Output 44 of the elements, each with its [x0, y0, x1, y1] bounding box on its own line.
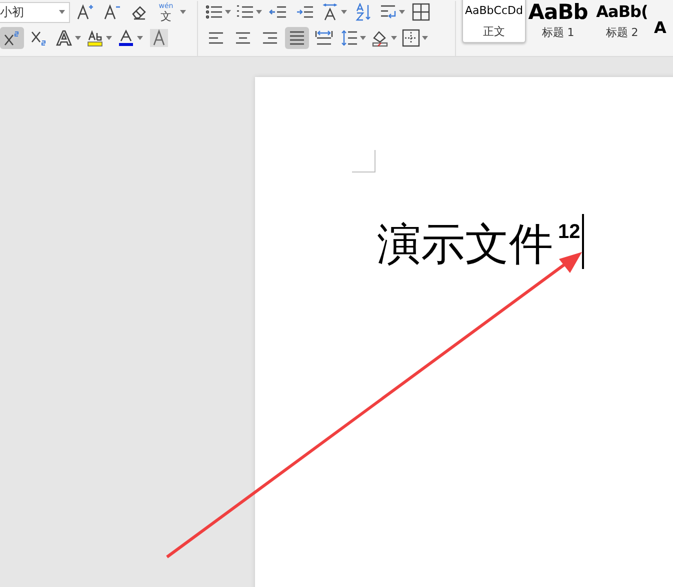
justify-button[interactable] [284, 27, 308, 49]
text-direction-icon [320, 3, 338, 21]
subscript-icon [30, 29, 48, 47]
document-heading: 演示文件 [377, 218, 553, 272]
caret-icon [256, 10, 262, 14]
shrink-font-icon [103, 3, 121, 21]
caret-icon [75, 36, 81, 40]
borders-button[interactable] [400, 27, 428, 49]
caret-icon [422, 36, 428, 40]
borders-icon [402, 29, 420, 47]
caret-icon [360, 36, 366, 40]
caret-icon [59, 10, 65, 14]
superscript-number: 12 [558, 220, 580, 244]
line-break-icon [378, 3, 396, 21]
table-icon [412, 3, 430, 21]
grow-font-icon [76, 3, 94, 21]
caret-icon [180, 10, 186, 14]
text-effect-icon [55, 29, 73, 47]
font-size-field[interactable]: 小初 [0, 2, 70, 22]
line-spacing-icon [340, 29, 358, 47]
superscript-button[interactable] [0, 27, 24, 49]
char-shading-icon [150, 29, 168, 47]
style-preset[interactable]: A [654, 0, 673, 43]
caret-icon [390, 36, 396, 40]
shading-icon [370, 29, 388, 47]
highlight-icon [86, 29, 104, 47]
margin-corner-mark [352, 150, 376, 173]
superscript-icon [3, 29, 21, 47]
char-shading-button[interactable] [147, 27, 171, 49]
text-cursor [582, 214, 584, 269]
caret-icon [398, 10, 404, 14]
font-color-button[interactable] [116, 27, 144, 49]
caret-icon [137, 36, 143, 40]
justify-icon [288, 29, 306, 47]
style-preset[interactable]: AaBbCcDd 正文 [462, 0, 526, 43]
caret-icon [340, 10, 346, 14]
distribute-icon [314, 29, 332, 47]
font-color-icon [117, 29, 135, 47]
caret-icon [224, 10, 230, 14]
bullets-icon [204, 3, 222, 21]
caret-icon [106, 36, 112, 40]
style-preset[interactable]: AaBb( 标题 2 [590, 0, 654, 43]
style-preset[interactable]: AaBb 标题 1 [526, 0, 590, 43]
sort-icon [354, 3, 372, 21]
